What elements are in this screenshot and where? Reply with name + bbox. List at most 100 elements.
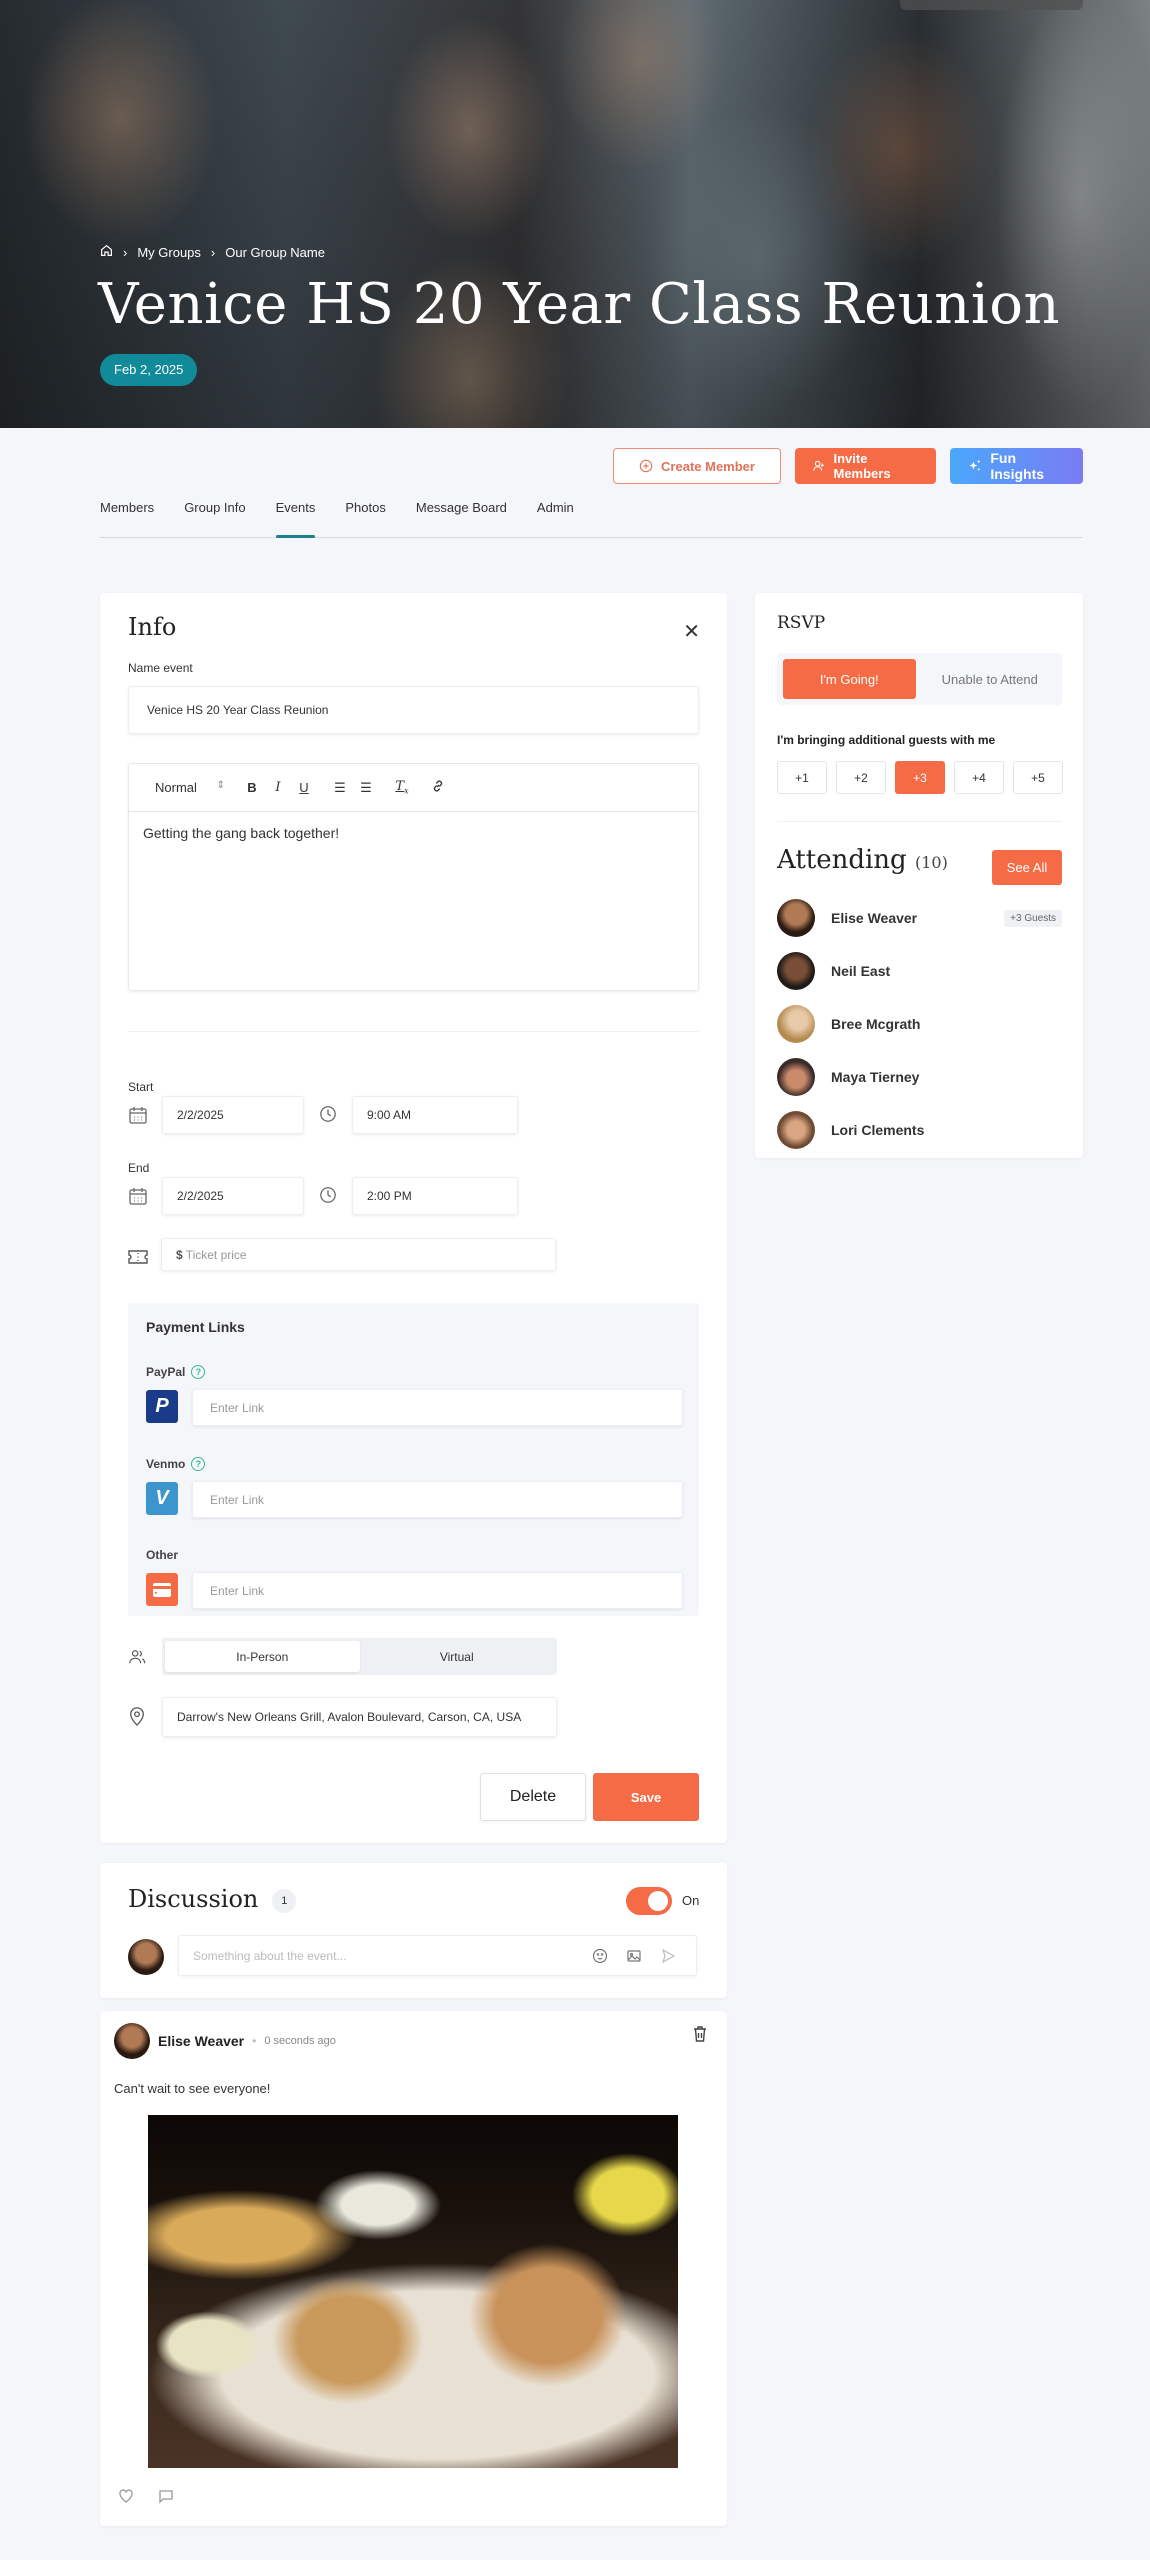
- close-icon[interactable]: ✕: [683, 619, 700, 644]
- venmo-label: Venmo ?: [146, 1457, 206, 1471]
- breadcrumb-group-name[interactable]: Our Group Name: [225, 245, 325, 260]
- discussion-title-text: Discussion: [128, 1885, 259, 1913]
- guest-option-3[interactable]: +3: [895, 761, 945, 794]
- event-name-value: Venice HS 20 Year Class Reunion: [147, 703, 329, 717]
- discussion-toggle-label: On: [682, 1893, 700, 1908]
- trash-icon[interactable]: [692, 2025, 708, 2043]
- save-button[interactable]: Save: [593, 1773, 699, 1821]
- credit-card-icon: [146, 1573, 178, 1606]
- delete-button[interactable]: Delete: [480, 1773, 586, 1821]
- im-going-button[interactable]: I'm Going!: [783, 659, 916, 699]
- info-title: Info: [128, 613, 177, 641]
- updown-icon: ⇕: [216, 780, 225, 791]
- rsvp-divider: [777, 821, 1062, 822]
- guest-option-5[interactable]: +5: [1013, 761, 1063, 794]
- name-event-label: Name event: [128, 661, 193, 675]
- post-image[interactable]: [148, 2115, 678, 2468]
- attendee-row[interactable]: Bree Mcgrath: [777, 1004, 1062, 1044]
- guest-option-1[interactable]: +1: [777, 761, 827, 794]
- start-date-value: 2/2/2025: [177, 1108, 224, 1122]
- plus-circle-icon: [639, 459, 653, 473]
- guest-option-2[interactable]: +2: [836, 761, 886, 794]
- tab-photos[interactable]: Photos: [345, 494, 385, 537]
- ticket-price-placeholder: Ticket price: [185, 1247, 247, 1262]
- payment-links-section: Payment Links PayPal ? P Enter Link Venm…: [128, 1303, 699, 1616]
- tab-members[interactable]: Members: [100, 494, 154, 537]
- group-actions: Create Member Invite Members Fun Insight…: [613, 448, 1083, 484]
- calendar-icon: [129, 1188, 147, 1205]
- bullet-list-icon[interactable]: ☰: [357, 780, 375, 796]
- fun-insights-button[interactable]: Fun Insights: [950, 448, 1083, 484]
- bold-icon[interactable]: B: [243, 780, 261, 795]
- tab-admin[interactable]: Admin: [537, 494, 574, 537]
- clear-format-icon[interactable]: Tx: [393, 779, 411, 796]
- home-icon[interactable]: [100, 244, 113, 260]
- underline-icon[interactable]: U: [295, 780, 313, 795]
- breadcrumb-my-groups[interactable]: My Groups: [137, 245, 201, 260]
- paypal-link-input[interactable]: Enter Link: [192, 1389, 683, 1426]
- location-pin-icon: [130, 1707, 144, 1726]
- end-date-input[interactable]: 2/2/2025: [162, 1177, 304, 1215]
- end-label: End: [128, 1161, 150, 1175]
- avatar: [114, 2023, 150, 2059]
- tab-group-info[interactable]: Group Info: [184, 494, 245, 537]
- comment-tools: [592, 1948, 676, 1964]
- discussion-toggle[interactable]: [626, 1887, 672, 1915]
- fun-insights-label: Fun Insights: [990, 450, 1045, 482]
- editor-toolbar: Normal ⇕ B I U ☰ ☰ Tx: [129, 764, 698, 812]
- location-input[interactable]: Darrow's New Orleans Grill, Avalon Boule…: [162, 1697, 557, 1737]
- venmo-link-input[interactable]: Enter Link: [192, 1481, 683, 1518]
- discussion-card: Discussion 1 On Something about the event…: [100, 1863, 727, 1998]
- rsvp-card: RSVP I'm Going! Unable to Attend I'm bri…: [755, 593, 1083, 1158]
- venmo-label-text: Venmo: [146, 1457, 186, 1471]
- start-date-input[interactable]: 2/2/2025: [162, 1096, 304, 1134]
- post-author[interactable]: Elise Weaver: [158, 2033, 244, 2049]
- venmo-link-placeholder: Enter Link: [210, 1492, 265, 1507]
- end-date-value: 2/2/2025: [177, 1189, 224, 1203]
- image-icon[interactable]: [626, 1948, 642, 1964]
- discussion-count-badge: 1: [272, 1888, 297, 1913]
- other-link-input[interactable]: Enter Link: [192, 1572, 683, 1609]
- invite-members-button[interactable]: Invite Members: [795, 448, 936, 484]
- link-icon[interactable]: [429, 779, 447, 796]
- editor-content[interactable]: Getting the gang back together!: [129, 812, 698, 854]
- venmo-logo-icon: V: [146, 1482, 178, 1515]
- attendee-row[interactable]: Neil East: [777, 951, 1062, 991]
- see-all-button[interactable]: See All: [992, 850, 1062, 885]
- ticket-price-input[interactable]: $ Ticket price: [161, 1238, 556, 1271]
- comment-input[interactable]: Something about the event...: [178, 1935, 697, 1976]
- heart-icon[interactable]: [118, 2488, 134, 2504]
- create-member-label: Create Member: [661, 458, 755, 474]
- calendar-icon: [129, 1107, 147, 1124]
- emoji-icon[interactable]: [592, 1948, 608, 1964]
- users-icon: [129, 1650, 146, 1664]
- mode-in-person[interactable]: In-Person: [165, 1641, 360, 1672]
- hero-top-bar: [900, 0, 1083, 10]
- comment-icon[interactable]: [158, 2488, 174, 2504]
- create-member-button[interactable]: Create Member: [613, 448, 781, 484]
- clock-icon: [320, 1187, 336, 1203]
- attendee-row[interactable]: Lori Clements: [777, 1110, 1062, 1150]
- send-icon[interactable]: [660, 1948, 676, 1964]
- help-icon[interactable]: ?: [191, 1457, 206, 1471]
- start-label: Start: [128, 1080, 154, 1094]
- guest-option-4[interactable]: +4: [954, 761, 1004, 794]
- attendee-row[interactable]: Maya Tierney: [777, 1057, 1062, 1097]
- format-select[interactable]: Normal ⇕: [155, 780, 225, 795]
- event-name-input[interactable]: Venice HS 20 Year Class Reunion: [128, 686, 699, 734]
- tab-message-board[interactable]: Message Board: [416, 494, 507, 537]
- post-actions: [118, 2488, 174, 2504]
- attendee-name: Maya Tierney: [831, 1069, 920, 1085]
- attendee-row[interactable]: Elise Weaver +3 Guests: [777, 898, 1062, 938]
- mode-virtual[interactable]: Virtual: [360, 1641, 555, 1672]
- ordered-list-icon[interactable]: ☰: [331, 780, 349, 796]
- start-time-input[interactable]: 9:00 AM: [352, 1096, 518, 1134]
- tab-events[interactable]: Events: [275, 494, 315, 538]
- help-icon[interactable]: ?: [191, 1365, 206, 1379]
- rsvp-toggle: I'm Going! Unable to Attend: [777, 653, 1062, 705]
- currency-prefix: $: [176, 1247, 183, 1262]
- italic-icon[interactable]: I: [269, 780, 287, 795]
- unable-to-attend-button[interactable]: Unable to Attend: [924, 659, 1057, 699]
- paypal-label: PayPal ?: [146, 1365, 206, 1379]
- end-time-input[interactable]: 2:00 PM: [352, 1177, 518, 1215]
